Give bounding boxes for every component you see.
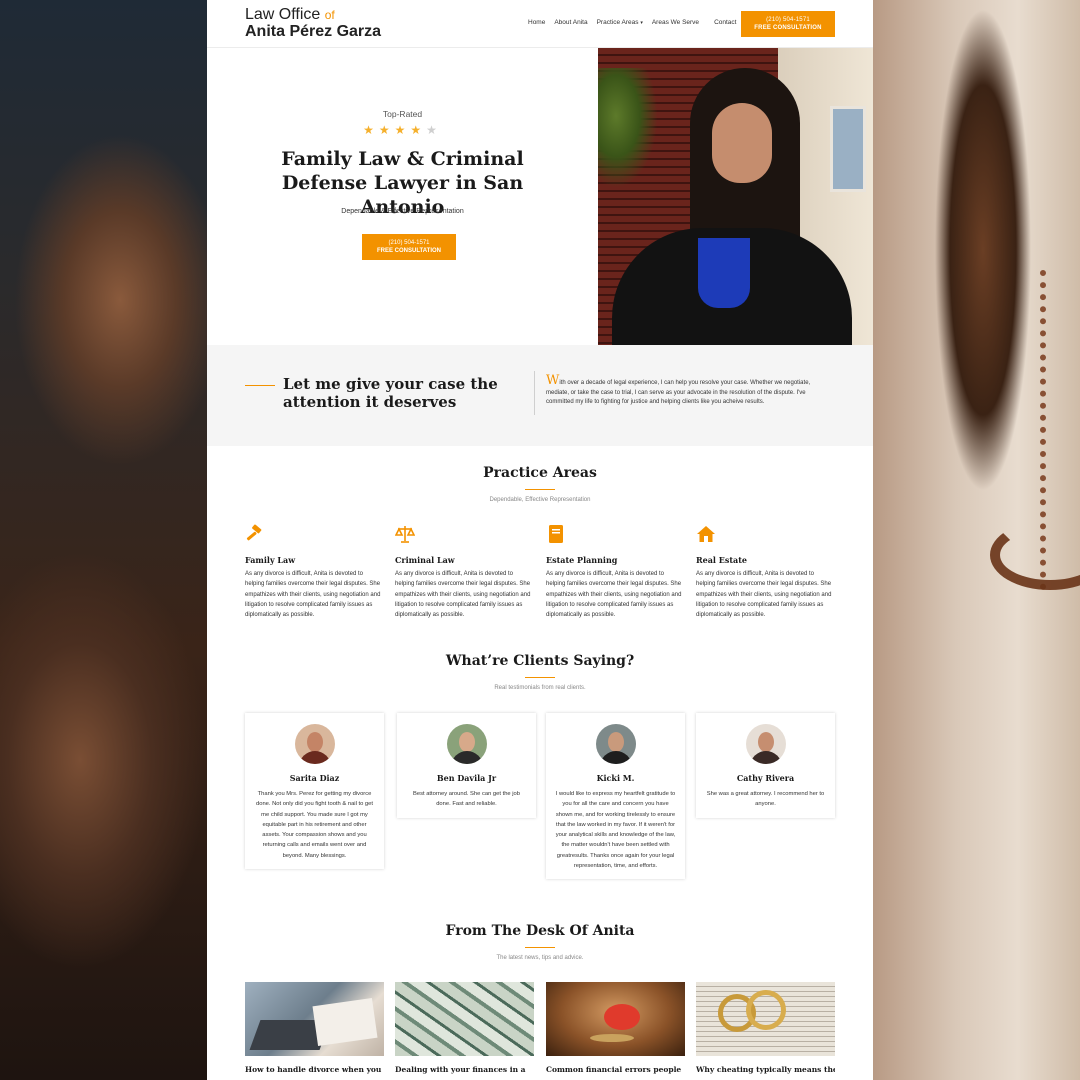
practice-item-estate-planning[interactable]: Estate Planning As any divorce is diffic… bbox=[546, 524, 684, 620]
book-icon bbox=[549, 525, 563, 543]
avatar bbox=[294, 724, 335, 764]
intro-title: Let me give your case the attention it d… bbox=[283, 375, 498, 411]
nav-areas-we-serve[interactable]: Areas We Serve bbox=[652, 19, 699, 26]
scales-icon bbox=[394, 526, 416, 543]
blog-section: From The Desk Of Anita The latest news, … bbox=[207, 911, 873, 1080]
testimonials-title-rule bbox=[525, 677, 555, 678]
attorney-photo bbox=[598, 48, 873, 345]
blog-post[interactable]: How to handle divorce when you bbox=[245, 982, 384, 1074]
practice-item-title: Real Estate bbox=[696, 555, 748, 565]
practice-item-text: As any divorce is difficult, Anita is de… bbox=[546, 571, 682, 619]
nav-practice-areas[interactable]: Practice Areas ▾ bbox=[597, 19, 643, 26]
post-title[interactable]: How to handle divorce when you bbox=[245, 1065, 384, 1074]
rating-stars: ★★★★★ bbox=[207, 123, 598, 137]
post-thumbnail-piggy-bank[interactable] bbox=[546, 982, 685, 1056]
intro-text: With over a decade of legal experience, … bbox=[546, 373, 828, 408]
practice-item-family-law[interactable]: Family Law As any divorce is difficult, … bbox=[245, 524, 383, 620]
testimonial-name: Cathy Rivera bbox=[736, 773, 795, 783]
star-empty-icon: ★ bbox=[426, 123, 442, 137]
practice-subtitle: Dependable, Effective Representation bbox=[489, 497, 591, 503]
gavel-icon bbox=[246, 524, 262, 541]
intro-body: ith over a decade of legal experience, I… bbox=[546, 380, 811, 405]
testimonials-title: What’re Clients Saying? bbox=[445, 653, 635, 669]
practice-title-rule bbox=[525, 489, 555, 490]
site-logo[interactable]: Law Office of Anita Pérez Garza bbox=[245, 7, 381, 40]
practice-item-real-estate[interactable]: Real Estate As any divorce is difficult,… bbox=[696, 524, 834, 620]
testimonial-name: Kicki M. bbox=[596, 773, 635, 783]
photo-plant bbox=[598, 68, 658, 188]
post-thumbnail-laptop[interactable] bbox=[245, 982, 384, 1056]
practice-item-text: As any divorce is difficult, Anita is de… bbox=[395, 571, 531, 619]
practice-item-text: As any divorce is difficult, Anita is de… bbox=[245, 571, 381, 619]
intro-accent-line bbox=[245, 385, 275, 386]
post-title[interactable]: Dealing with your finances in a bbox=[395, 1065, 534, 1074]
testimonial-quote: Thank you Mrs. Perez for getting my divo… bbox=[256, 791, 373, 859]
testimonial-quote: Best attorney around. She can get the jo… bbox=[413, 791, 520, 808]
blog-post[interactable]: Why cheating typically means the bbox=[696, 982, 835, 1074]
avatar bbox=[745, 724, 786, 764]
header-cta-phone: (210) 504-1571 bbox=[766, 17, 810, 23]
hero-consultation-button[interactable]: (210) 504-1571 FREE CONSULTATION bbox=[362, 234, 456, 260]
hero-content: Top-Rated ★★★★★ Family Law & Criminal De… bbox=[207, 48, 598, 345]
hero-cta-label: FREE CONSULTATION bbox=[377, 248, 441, 254]
blog-title: From The Desk Of Anita bbox=[445, 923, 635, 939]
background-statue-left bbox=[0, 0, 207, 1080]
testimonial-card: Cathy Rivera She was a great attorney. I… bbox=[696, 713, 835, 818]
hero-cta-phone: (210) 504-1571 bbox=[388, 240, 430, 246]
site-header: Law Office of Anita Pérez Garza Home Abo… bbox=[207, 0, 873, 48]
nav-contact[interactable]: Contact bbox=[714, 19, 736, 26]
testimonial-card: Ben Davila Jr Best attorney around. She … bbox=[397, 713, 536, 818]
home-icon bbox=[697, 526, 715, 542]
testimonial-card: Sarita Diaz Thank you Mrs. Perez for get… bbox=[245, 713, 384, 870]
practice-item-criminal-law[interactable]: Criminal Law As any divorce is difficult… bbox=[394, 524, 533, 620]
avatar bbox=[595, 724, 636, 764]
testimonial-name: Ben Davila Jr bbox=[436, 773, 497, 783]
practice-item-title: Criminal Law bbox=[395, 555, 455, 565]
post-thumbnail-rings[interactable] bbox=[696, 982, 835, 1056]
practice-item-text: As any divorce is difficult, Anita is de… bbox=[696, 571, 832, 619]
intro-divider bbox=[534, 371, 535, 415]
logo-line1: Law Office bbox=[245, 6, 321, 23]
practice-item-title: Estate Planning bbox=[546, 555, 618, 565]
testimonials-subtitle: Real testimonials from real clients. bbox=[494, 685, 586, 691]
star-icon: ★ bbox=[363, 123, 379, 137]
chevron-down-icon: ▾ bbox=[640, 20, 643, 26]
post-title[interactable]: Why cheating typically means the bbox=[696, 1065, 835, 1074]
testimonials-section: What’re Clients Saying? Real testimonial… bbox=[207, 641, 873, 911]
blog-post[interactable]: Common financial errors people bbox=[546, 982, 685, 1074]
star-icon: ★ bbox=[410, 123, 427, 137]
practice-title: Practice Areas bbox=[483, 465, 597, 481]
practice-item-title: Family Law bbox=[245, 555, 296, 565]
intro-drop-cap: W bbox=[546, 373, 560, 388]
hero-eyebrow: Top-Rated bbox=[382, 109, 423, 119]
header-consultation-button[interactable]: (210) 504-1571 FREE CONSULTATION bbox=[741, 11, 835, 37]
website-page: Law Office of Anita Pérez Garza Home Abo… bbox=[207, 0, 873, 1080]
photo-face bbox=[712, 103, 772, 183]
post-thumbnail-money[interactable] bbox=[395, 982, 534, 1056]
hero-section: Top-Rated ★★★★★ Family Law & Criminal De… bbox=[207, 48, 873, 345]
practice-areas-section: Practice Areas Dependable, Effective Rep… bbox=[207, 446, 873, 641]
star-icon: ★ bbox=[378, 123, 395, 137]
blog-title-rule bbox=[525, 947, 555, 948]
logo-line2: Anita Pérez Garza bbox=[245, 23, 382, 40]
header-cta-label: FREE CONSULTATION bbox=[754, 25, 822, 31]
testimonial-quote: I would like to express my heartfelt gra… bbox=[555, 791, 676, 870]
main-nav: Home About Anita Practice Areas ▾ Areas … bbox=[528, 19, 745, 26]
nav-practice-areas-label: Practice Areas bbox=[596, 19, 639, 26]
post-title[interactable]: Common financial errors people bbox=[546, 1065, 685, 1074]
logo-of: of bbox=[324, 8, 335, 22]
testimonial-quote: She was a great attorney. I recommend he… bbox=[706, 791, 825, 808]
avatar bbox=[446, 724, 487, 764]
photo-frame bbox=[830, 106, 866, 192]
blog-subtitle: The latest news, tips and advice. bbox=[496, 955, 584, 961]
hero-subtitle: Dependable & Effective Representation bbox=[341, 208, 464, 215]
nav-about-anita[interactable]: About Anita bbox=[554, 19, 587, 26]
intro-section: Let me give your case the attention it d… bbox=[207, 345, 873, 446]
blog-post[interactable]: Dealing with your finances in a bbox=[395, 982, 534, 1074]
testimonial-name: Sarita Diaz bbox=[289, 773, 340, 783]
nav-home[interactable]: Home bbox=[528, 19, 545, 26]
photo-shirt bbox=[698, 238, 750, 308]
star-icon: ★ bbox=[394, 123, 411, 137]
testimonial-card: Kicki M. I would like to express my hear… bbox=[546, 713, 685, 880]
